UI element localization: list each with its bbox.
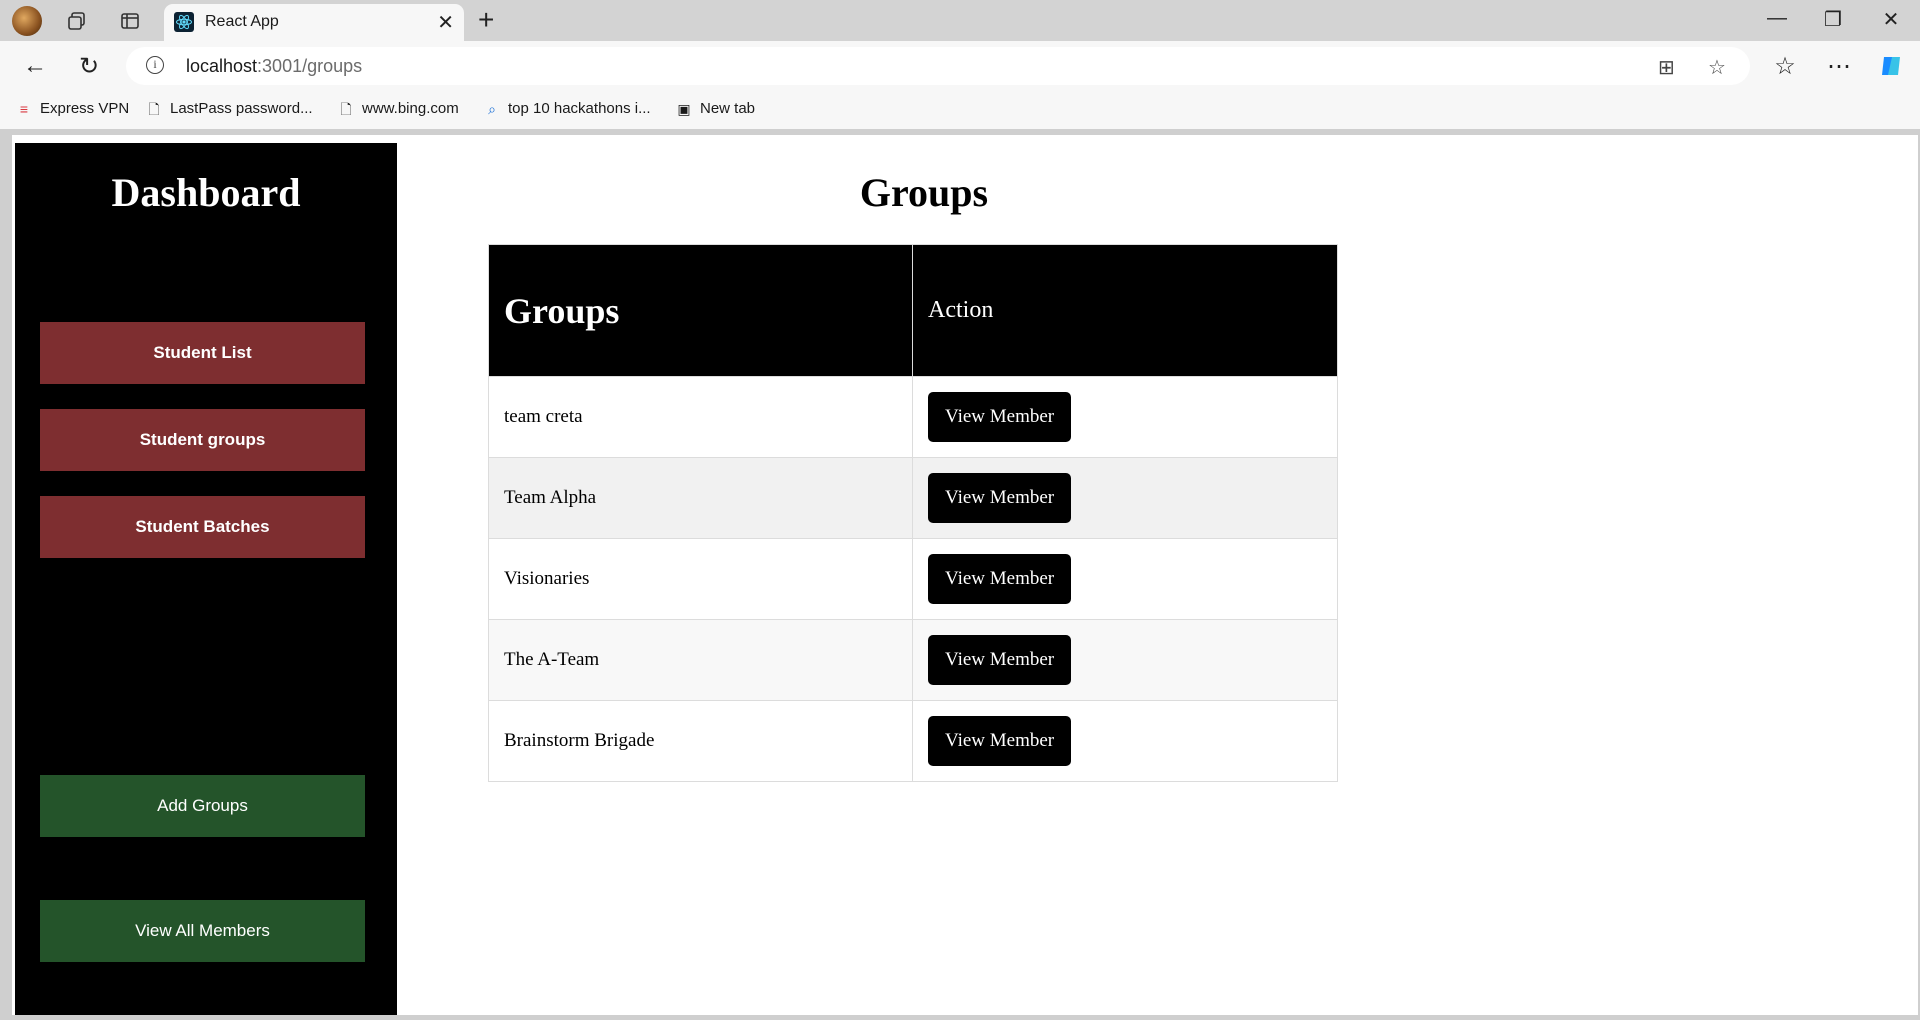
site-info-icon[interactable]: i: [146, 56, 164, 74]
favorite-star-icon[interactable]: ☆: [1708, 55, 1726, 80]
refresh-icon[interactable]: ↻: [74, 51, 104, 81]
group-name-cell: Team Alpha: [488, 457, 913, 539]
page-title: Groups: [859, 170, 989, 215]
restore-icon[interactable]: ❐: [1818, 7, 1848, 32]
bookmark-item[interactable]: 🗋 www.bing.com: [338, 100, 458, 117]
view-member-button[interactable]: View Member: [928, 635, 1072, 685]
bookmark-item[interactable]: 🗋 LastPass password...: [146, 100, 312, 117]
favorites-icon[interactable]: ☆: [1770, 51, 1800, 81]
more-options-icon[interactable]: ⋯: [1824, 51, 1854, 81]
table-row: Team Alpha View Member: [488, 457, 1338, 539]
action-cell: View Member: [912, 700, 1338, 782]
group-name-cell: team creta: [488, 376, 913, 458]
search-icon: ⌕: [488, 100, 496, 117]
react-icon: [174, 12, 194, 32]
action-cell: View Member: [912, 619, 1338, 701]
bookmark-item[interactable]: ⌕ top 10 hackathons i...: [484, 100, 651, 117]
table-row: Brainstorm Brigade View Member: [488, 700, 1338, 782]
column-header-action: Action: [912, 244, 1338, 377]
student-groups-button[interactable]: Student groups: [40, 409, 365, 471]
student-list-button[interactable]: Student List: [40, 322, 365, 384]
page-viewport: Dashboard Student List Student groups St…: [12, 135, 1918, 1015]
view-member-button[interactable]: View Member: [928, 716, 1072, 766]
student-batches-button[interactable]: Student Batches: [40, 496, 365, 558]
table-header-row: Groups Action: [488, 244, 1338, 377]
back-icon[interactable]: ←: [20, 51, 50, 81]
view-member-button[interactable]: View Member: [928, 554, 1072, 604]
new-tab-icon[interactable]: +: [478, 5, 494, 35]
vertical-tabs-icon[interactable]: [117, 8, 143, 34]
sidebar: Dashboard Student List Student groups St…: [15, 143, 397, 1015]
view-member-button[interactable]: View Member: [928, 392, 1072, 442]
bookmark-item[interactable]: ≡ Express VPN: [16, 100, 129, 117]
action-cell: View Member: [912, 376, 1338, 458]
table-row: The A-Team View Member: [488, 619, 1338, 701]
column-header-groups: Groups: [488, 244, 913, 377]
copilot-icon[interactable]: [1876, 51, 1906, 81]
browser-tab-strip: React App ✕ + — ❐ ✕: [0, 0, 1920, 41]
profile-avatar[interactable]: [12, 6, 42, 36]
new-tab-icon: ▣: [677, 100, 691, 117]
close-tab-icon[interactable]: ✕: [437, 10, 454, 35]
groups-table: Groups Action team creta View Member Tea…: [488, 244, 1338, 782]
view-all-members-button[interactable]: View All Members: [40, 900, 365, 962]
minimize-icon[interactable]: —: [1762, 7, 1792, 30]
group-name-cell: Visionaries: [488, 538, 913, 620]
bookmarks-bar: ≡ Express VPN 🗋 LastPass password... 🗋 w…: [0, 91, 1920, 129]
view-member-button[interactable]: View Member: [928, 473, 1072, 523]
table-row: Visionaries View Member: [488, 538, 1338, 620]
browser-toolbar: ← ↻ i localhost:3001/groups ⊞ ☆ ☆ ⋯: [0, 41, 1920, 91]
expressvpn-icon: ≡: [19, 100, 29, 117]
url-text[interactable]: localhost:3001/groups: [186, 56, 362, 77]
table-row: team creta View Member: [488, 376, 1338, 458]
address-bar[interactable]: i localhost:3001/groups ⊞ ☆: [126, 47, 1750, 85]
tab-title: React App: [205, 13, 279, 30]
action-cell: View Member: [912, 538, 1338, 620]
workspaces-icon[interactable]: [64, 8, 90, 34]
document-icon: 🗋: [148, 100, 160, 117]
action-cell: View Member: [912, 457, 1338, 539]
bookmark-item[interactable]: ▣ New tab: [676, 100, 755, 117]
tab-react-app[interactable]: React App ✕: [164, 4, 464, 41]
document-icon: 🗋: [340, 100, 352, 117]
window-close-icon[interactable]: ✕: [1876, 7, 1906, 32]
group-name-cell: The A-Team: [488, 619, 913, 701]
sidebar-title: Dashboard: [111, 170, 301, 215]
add-groups-button[interactable]: Add Groups: [40, 775, 365, 837]
group-name-cell: Brainstorm Brigade: [488, 700, 913, 782]
app-available-icon[interactable]: ⊞: [1658, 55, 1675, 80]
